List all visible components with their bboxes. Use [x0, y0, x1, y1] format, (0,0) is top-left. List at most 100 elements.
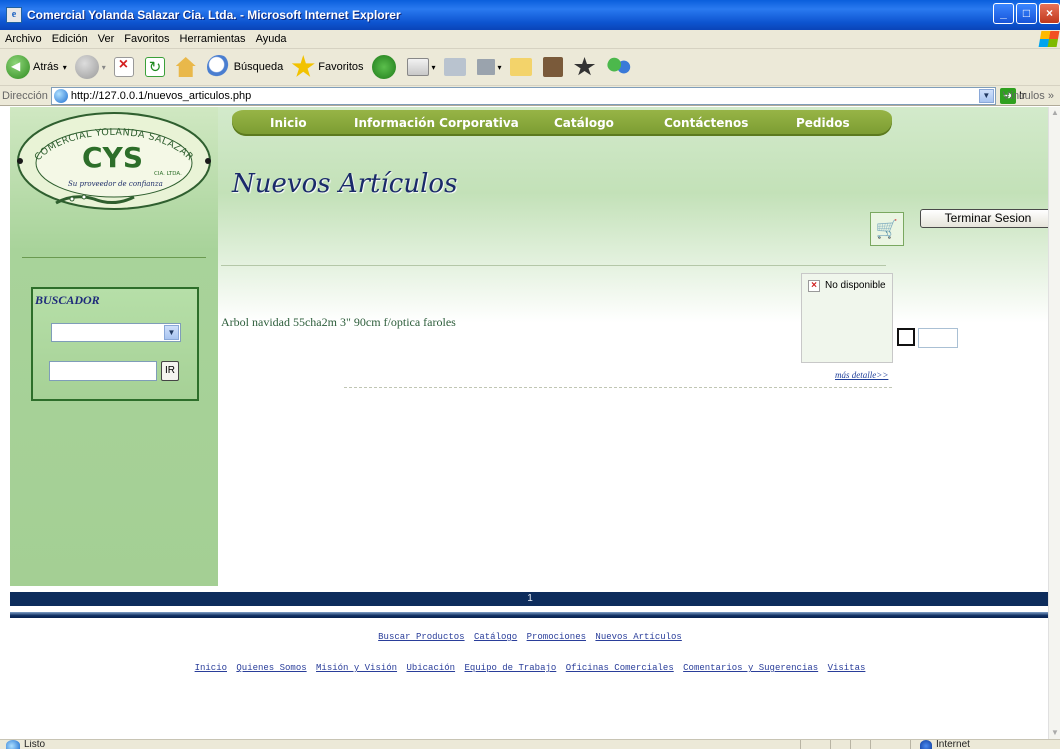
- forward-button[interactable]: ▾: [74, 55, 106, 79]
- folder-icon: [509, 58, 532, 76]
- search-go-button[interactable]: IR: [161, 361, 179, 381]
- chevron-down-icon[interactable]: ▼: [164, 325, 179, 340]
- print-button[interactable]: [443, 58, 469, 76]
- status-cell: [800, 740, 801, 749]
- stop-icon: [113, 56, 134, 77]
- company-logo[interactable]: COMERCIAL YOLANDA SALAZAR CYS CIA. LTDA.…: [14, 109, 214, 213]
- footer-link-comentarios-sugerencias[interactable]: Comentarios y Sugerencias: [683, 663, 818, 673]
- footer-link-mision-vision[interactable]: Misión y Visión: [316, 663, 397, 673]
- address-url: http://127.0.0.1/nuevos_articulos.php: [70, 89, 252, 102]
- window-controls: _ □ ×: [993, 3, 1060, 24]
- product-image-alt: No disponible: [825, 280, 886, 291]
- page-number-current[interactable]: 1: [527, 593, 533, 604]
- nav-inicio[interactable]: Inicio: [270, 116, 307, 130]
- product-more-details-link[interactable]: más detalle>>: [835, 370, 888, 380]
- links-label: Vínculos: [1002, 89, 1045, 102]
- status-text: Listo: [24, 739, 46, 749]
- edit-icon: [476, 59, 495, 75]
- menubar: Archivo Edición Ver Favoritos Herramient…: [0, 30, 1060, 49]
- menu-ver[interactable]: Ver: [93, 33, 120, 45]
- page-title: Nuevos Artículos: [232, 169, 458, 199]
- home-button[interactable]: [175, 57, 199, 77]
- top-navigation: Inicio Información Corporativa Catálogo …: [232, 110, 892, 136]
- edit-button[interactable]: ▾: [476, 59, 502, 75]
- window-titlebar[interactable]: e Comercial Yolanda Salazar Cia. Ltda. -…: [0, 0, 1060, 30]
- footer-link-quienes-somos[interactable]: Quienes Somos: [236, 663, 306, 673]
- footer-link-nuevos-articulos[interactable]: Nuevos Artículos: [595, 632, 681, 642]
- address-dropdown-icon[interactable]: ▼: [978, 88, 994, 103]
- page-viewport: COMERCIAL YOLANDA SALAZAR CYS CIA. LTDA.…: [0, 107, 1060, 739]
- close-button[interactable]: ×: [1039, 3, 1060, 24]
- internet-zone-icon: [920, 740, 932, 749]
- search-button[interactable]: Búsqueda: [206, 55, 283, 79]
- back-label: Atrás: [33, 61, 59, 73]
- nav-informacion-corporativa[interactable]: Información Corporativa: [354, 116, 519, 130]
- msn-butterfly-icon: [573, 57, 596, 76]
- status-cell: [850, 740, 851, 749]
- favorites-button[interactable]: Favoritos: [291, 55, 364, 79]
- star-icon: [291, 55, 315, 77]
- standard-toolbar: Atrás ▾ ▾ Búsqueda Favoritos ▾ ▾: [0, 49, 1060, 86]
- search-panel: BUSCADOR ▼ IR: [31, 287, 199, 401]
- msn-button[interactable]: [573, 57, 599, 77]
- search-panel-title: BUSCADOR: [35, 293, 100, 307]
- shopping-cart-icon: 🛒: [875, 218, 899, 239]
- zone-label: Internet: [936, 739, 970, 749]
- back-button[interactable]: Atrás ▾: [6, 55, 67, 79]
- vertical-scrollbar[interactable]: ▲ ▼: [1048, 107, 1060, 739]
- shopping-cart-button[interactable]: 🛒: [870, 212, 904, 246]
- logo-dot-left: [17, 158, 23, 164]
- footer-link-catalogo[interactable]: Catálogo: [474, 632, 517, 642]
- stop-button[interactable]: [113, 56, 137, 77]
- main-area: Inicio Información Corporativa Catálogo …: [218, 107, 1056, 586]
- nav-catalogo[interactable]: Catálogo: [554, 116, 614, 130]
- footer-link-promociones[interactable]: Promociones: [527, 632, 586, 642]
- logout-button[interactable]: Terminar Sesion: [920, 209, 1056, 228]
- footer-link-inicio[interactable]: Inicio: [195, 663, 227, 673]
- category-select[interactable]: ▼: [51, 323, 181, 342]
- mail-dropdown-icon[interactable]: ▾: [432, 63, 436, 72]
- page-globe-icon: [53, 88, 68, 103]
- links-toolbar[interactable]: Vínculos »: [1003, 90, 1054, 102]
- forward-dropdown-icon[interactable]: ▾: [102, 63, 106, 72]
- scroll-down-icon[interactable]: ▼: [1049, 727, 1060, 739]
- scroll-up-icon[interactable]: ▲: [1049, 107, 1060, 119]
- address-bar: Dirección http://127.0.0.1/nuevos_articu…: [0, 86, 1060, 106]
- mail-button[interactable]: ▾: [406, 58, 436, 76]
- footer-link-buscar-productos[interactable]: Buscar Productos: [378, 632, 464, 642]
- nav-contactenos[interactable]: Contáctenos: [664, 116, 748, 130]
- refresh-button[interactable]: [144, 57, 168, 77]
- footer-link-ubicacion[interactable]: Ubicación: [406, 663, 455, 673]
- menu-edicion[interactable]: Edición: [47, 33, 93, 45]
- address-input[interactable]: http://127.0.0.1/nuevos_articulos.php ▼: [50, 86, 996, 105]
- product-quantity-input[interactable]: [918, 328, 958, 348]
- page-status-icon: [6, 740, 20, 749]
- logo-monogram: CYS: [82, 141, 143, 174]
- status-cell: [910, 740, 911, 749]
- media-button[interactable]: [371, 55, 399, 79]
- menu-ayuda[interactable]: Ayuda: [251, 33, 292, 45]
- folder-button[interactable]: [509, 58, 535, 76]
- minimize-button[interactable]: _: [993, 3, 1014, 24]
- edit-dropdown-icon[interactable]: ▾: [498, 63, 502, 72]
- maximize-button[interactable]: □: [1016, 3, 1037, 24]
- menu-archivo[interactable]: Archivo: [0, 33, 47, 45]
- research-button[interactable]: [542, 57, 566, 77]
- messenger-icon: [606, 55, 631, 79]
- status-cell: [870, 740, 871, 749]
- nav-pedidos[interactable]: Pedidos: [796, 116, 850, 130]
- messenger-button[interactable]: [606, 55, 634, 79]
- menu-favoritos[interactable]: Favoritos: [119, 33, 174, 45]
- refresh-icon: [144, 57, 165, 77]
- broken-image-icon: ×: [808, 280, 820, 292]
- footer-link-oficinas-comerciales[interactable]: Oficinas Comerciales: [566, 663, 674, 673]
- footer-link-visitas[interactable]: Visitas: [828, 663, 866, 673]
- product-select-checkbox[interactable]: [897, 328, 915, 346]
- back-dropdown-icon[interactable]: ▾: [63, 63, 67, 72]
- media-icon: [371, 55, 396, 79]
- logo-tagline: Su proveedor de confianza: [68, 180, 163, 188]
- mail-icon: [406, 58, 429, 76]
- search-input[interactable]: [49, 361, 157, 381]
- menu-herramientas[interactable]: Herramientas: [175, 33, 251, 45]
- footer-link-equipo-trabajo[interactable]: Equipo de Trabajo: [464, 663, 556, 673]
